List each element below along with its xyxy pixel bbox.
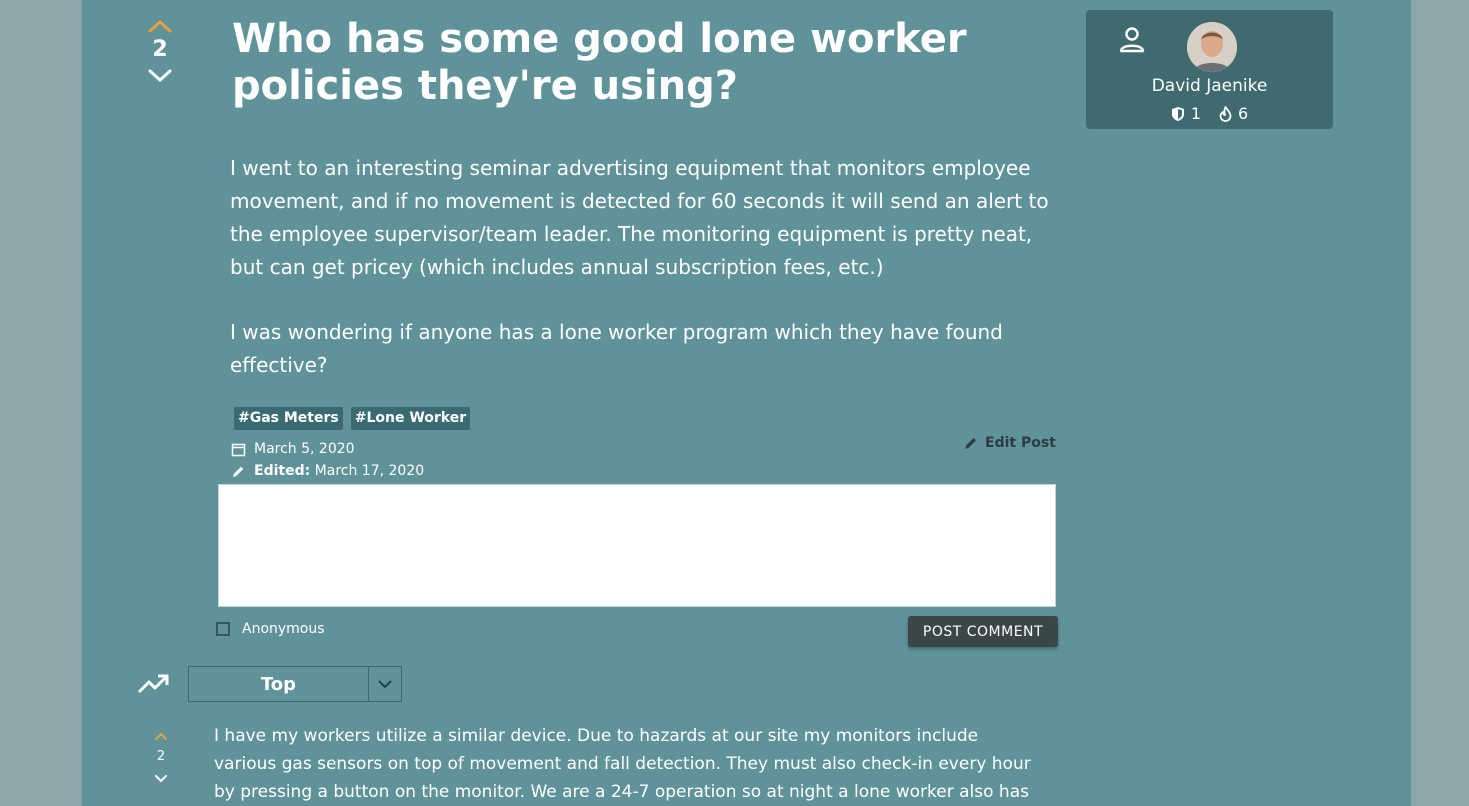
post-vote-count: 2	[152, 37, 168, 62]
chevron-up-icon	[155, 732, 167, 740]
comment-text: I have my workers utilize a similar devi…	[214, 726, 1031, 802]
avatar[interactable]	[1187, 22, 1237, 72]
anonymous-toggle[interactable]: Anonymous	[216, 621, 325, 637]
edited-label: Edited:	[254, 463, 311, 479]
sort-selected-value: Top	[260, 673, 297, 695]
pencil-icon	[233, 466, 244, 477]
chevron-up-icon	[148, 20, 172, 33]
post-date-row: March 5, 2020	[231, 438, 424, 460]
post-meta: March 5, 2020 Edited: March 17, 2020	[231, 438, 424, 482]
comment-upvote-button[interactable]	[150, 726, 172, 745]
edit-post-button[interactable]: Edit Post	[963, 435, 1056, 451]
post-title: Who has some good lone worker policies t…	[232, 16, 967, 109]
author-stats: 1 6	[1086, 104, 1333, 123]
chevron-down-icon	[155, 775, 167, 783]
post-edited-row: Edited: March 17, 2020	[231, 460, 424, 482]
upvote-button[interactable]	[144, 18, 176, 34]
post-vote-widget: 2	[144, 18, 176, 84]
person-icon	[1119, 27, 1145, 53]
calendar-icon	[231, 443, 246, 456]
comment-input[interactable]	[218, 484, 1056, 607]
pencil-icon	[965, 437, 977, 449]
flame-icon	[1219, 105, 1232, 122]
post-paragraph: I was wondering if anyone has a lone wor…	[230, 320, 1003, 377]
author-name: David Jaenike	[1151, 76, 1268, 96]
downvote-button[interactable]	[144, 68, 176, 84]
trending-up-icon	[137, 674, 169, 694]
tag-list: #Gas Meters #Lone Worker	[234, 407, 471, 430]
comment-vote-count: 2	[156, 749, 166, 764]
post-date: March 5, 2020	[254, 441, 355, 457]
edit-post-label: Edit Post	[985, 435, 1056, 451]
post-paragraph: I went to an interesting seminar adverti…	[230, 156, 1049, 279]
author-card[interactable]: David Jaenike 1 6	[1086, 10, 1333, 129]
badge-count: 1	[1190, 104, 1201, 123]
avatar-image	[1187, 22, 1237, 72]
anonymous-label: Anonymous	[242, 621, 325, 637]
streak-count: 6	[1238, 104, 1249, 123]
tag-lone-worker[interactable]: #Lone Worker	[350, 407, 471, 430]
chevron-down-icon	[378, 680, 392, 689]
post-comment-button[interactable]: POST COMMENT	[908, 616, 1058, 647]
edited-date: March 17, 2020	[314, 463, 425, 479]
comment-downvote-button[interactable]	[150, 769, 172, 788]
chevron-down-icon	[148, 69, 172, 82]
post-body: I went to an interesting seminar adverti…	[230, 152, 1060, 382]
sort-dropdown[interactable]: Top	[188, 666, 402, 702]
tag-gas-meters[interactable]: #Gas Meters	[234, 407, 343, 430]
comment-vote-widget: 2	[150, 726, 172, 788]
shield-icon	[1171, 106, 1184, 121]
anonymous-checkbox[interactable]	[216, 622, 230, 636]
sort-dropdown-toggle[interactable]	[368, 667, 401, 701]
